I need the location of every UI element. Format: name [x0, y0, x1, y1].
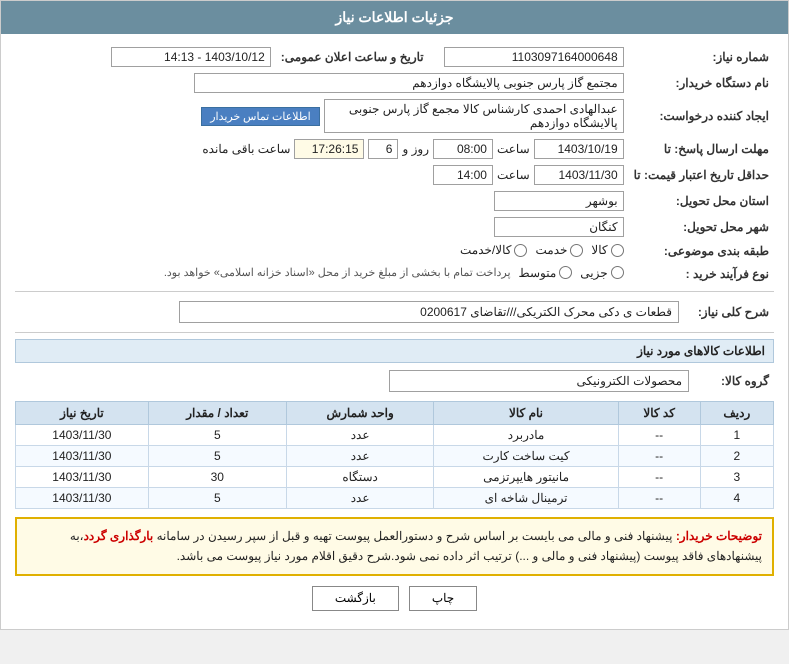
table-row: 1 -- مادربرد عدد 5 1403/11/30	[16, 425, 774, 446]
cell-tarikh: 1403/11/30	[16, 488, 149, 509]
cell-kod: --	[618, 467, 700, 488]
label-noefar: نوع فرآیند خرید :	[629, 263, 774, 286]
label-ijad: ایجاد کننده درخواست:	[629, 96, 774, 136]
value-nam-dastgah: مجتمع گاز پارس جنوبی پالایشگاه دوازدهم	[15, 70, 629, 96]
cell-kod: --	[618, 425, 700, 446]
label-mohlat: مهلت ارسال پاسخ: تا	[629, 136, 774, 162]
btn-etelaat-tamas[interactable]: اطلاعات تماس خریدار	[201, 107, 319, 126]
cell-radif: 3	[700, 467, 773, 488]
cell-vahed: دستگاه	[286, 467, 434, 488]
cell-tarikh: 1403/11/30	[16, 467, 149, 488]
cell-vahed: عدد	[286, 446, 434, 467]
cell-tedad: 5	[148, 488, 286, 509]
label-shahr: شهر محل تحویل:	[629, 214, 774, 240]
radio-khadamat[interactable]: خدمت	[535, 243, 583, 257]
label-ostan: استان محل تحویل:	[629, 188, 774, 214]
farayand-desc: پرداخت تمام با بخشی از مبلغ خرید از محل …	[164, 266, 511, 279]
label-tarikh-saat: تاریخ و ساعت اعلان عمومی:	[276, 44, 429, 70]
cell-radif: 2	[700, 446, 773, 467]
goods-table: ردیف کد کالا نام کالا واحد شمارش تعداد /…	[15, 401, 774, 509]
desc-box: توضیحات خریدار: پیشنهاد فنی و مالی می با…	[15, 517, 774, 576]
radio-kala[interactable]: کالا	[591, 243, 623, 257]
table-row: 2 -- کیت ساخت کارت عدد 5 1403/11/30	[16, 446, 774, 467]
cell-name: مانیتور هایپرتزمی	[434, 467, 618, 488]
cell-tedad: 30	[148, 467, 286, 488]
cell-name: ترمینال شاخه ای	[434, 488, 618, 509]
cell-radif: 4	[700, 488, 773, 509]
table-row: 4 -- ترمینال شاخه ای عدد 5 1403/11/30	[16, 488, 774, 509]
cell-name: مادربرد	[434, 425, 618, 446]
cell-tarikh: 1403/11/30	[16, 425, 149, 446]
label-gorohe-kala: گروه کالا:	[694, 367, 774, 395]
cell-kod: --	[618, 446, 700, 467]
col-kod: کد کالا	[618, 402, 700, 425]
radio-kala-khadamat[interactable]: کالا/خدمت	[460, 243, 527, 257]
button-row: چاپ بازگشت	[15, 586, 774, 611]
value-sharh-niaz: قطعات ی دکی محرک الکتریکی///تقاضای 02006…	[15, 298, 684, 326]
btn-print[interactable]: چاپ	[409, 586, 477, 611]
desc-highlight: بارگذاری گردد	[84, 529, 154, 543]
label-nam-dastgah: نام دستگاه خریدار:	[629, 70, 774, 96]
col-vahed: واحد شمارش	[286, 402, 434, 425]
cell-kod: --	[618, 488, 700, 509]
value-gorohe-kala: محصولات الکترونیکی	[389, 370, 689, 392]
cell-tedad: 5	[148, 425, 286, 446]
label-baqi: ساعت باقی مانده	[202, 142, 290, 156]
cell-tarikh: 1403/11/30	[16, 446, 149, 467]
value-tarikh-saat: 1403/10/12 - 14:13	[15, 44, 276, 70]
label-shomare-niaz: شماره نیاز:	[629, 44, 774, 70]
col-tarikh: تاریخ نیاز	[16, 402, 149, 425]
page-header: جزئیات اطلاعات نیاز	[1, 1, 788, 34]
desc-label: توضیحات خریدار:	[676, 529, 762, 543]
label-tabaghebandi: طبقه بندی موضوعی:	[629, 240, 774, 263]
label-saat: ساعت	[497, 142, 530, 156]
radio-motawaset[interactable]: متوسط	[519, 266, 573, 280]
cell-name: کیت ساخت کارت	[434, 446, 618, 467]
table-row: 3 -- مانیتور هایپرتزمی دستگاه 30 1403/11…	[16, 467, 774, 488]
section-kala-header: اطلاعات کالاهای مورد نیاز	[15, 339, 774, 363]
label-sharh-niaz: شرح کلی نیاز:	[684, 298, 774, 326]
cell-vahed: عدد	[286, 425, 434, 446]
cell-vahed: عدد	[286, 488, 434, 509]
label-saat2: ساعت	[497, 168, 530, 182]
col-tedad: تعداد / مقدار	[148, 402, 286, 425]
value-ijad: عبدالهادی احمدی کارشناس کالا مجمع گاز پا…	[15, 96, 629, 136]
cell-radif: 1	[700, 425, 773, 446]
page-title: جزئیات اطلاعات نیاز	[335, 9, 453, 25]
btn-back[interactable]: بازگشت	[312, 586, 399, 611]
value-shomare-niaz: 1103097164000648	[429, 44, 629, 70]
col-name: نام کالا	[434, 402, 618, 425]
col-radif: ردیف	[700, 402, 773, 425]
cell-tedad: 5	[148, 446, 286, 467]
label-rooz: روز و	[402, 142, 429, 156]
label-jadaval: حداقل تاریخ اعتبار قیمت: تا	[629, 162, 774, 188]
desc-text: پیشنهاد فنی و مالی می بایست بر اساس شرح …	[70, 529, 762, 563]
radio-jozyi[interactable]: جزیی	[580, 266, 623, 280]
